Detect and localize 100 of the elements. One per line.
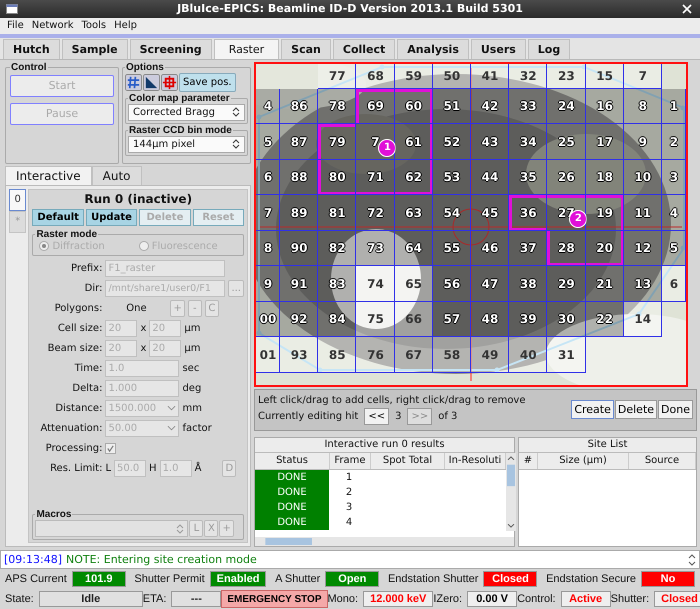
raster-cell[interactable]: 80 (318, 160, 356, 196)
raster-cell[interactable]: 63 (394, 195, 433, 231)
raster-cell[interactable]: 38 (509, 266, 548, 302)
close-icon[interactable] (682, 4, 692, 14)
raster-cell[interactable]: 13 (624, 266, 662, 302)
raster-cell[interactable]: 71 (356, 160, 395, 196)
raster-cell[interactable]: 57 (432, 302, 471, 338)
radio-button[interactable] (138, 241, 149, 252)
raster-cell[interactable]: 9 (256, 266, 280, 302)
tab[interactable]: Raster (214, 38, 280, 59)
raster-cell[interactable]: 90 (280, 230, 318, 266)
menu-item[interactable]: Help (110, 20, 141, 32)
horizontal-scrollbar[interactable] (255, 537, 514, 546)
raster-cell[interactable]: 48 (470, 302, 510, 338)
raster-cell[interactable]: 37 (509, 230, 548, 266)
menu-item[interactable]: Network (28, 20, 78, 32)
tab[interactable]: Analysis (397, 38, 469, 59)
raster-cell[interactable]: 67 (394, 337, 433, 373)
tab[interactable]: Scan (281, 38, 331, 59)
raster-cell[interactable]: 15 (586, 64, 624, 89)
raster-cell[interactable]: 64 (394, 230, 433, 266)
raster-cell[interactable]: 7 (256, 195, 280, 231)
raster-cell[interactable]: 56 (432, 266, 471, 302)
raster-cell[interactable]: 26 (547, 160, 586, 196)
tab[interactable]: Users (470, 38, 526, 59)
raster-cell[interactable]: 45 (470, 195, 510, 231)
raster-cell[interactable]: 53 (432, 160, 471, 196)
tab[interactable]: Sample (62, 38, 128, 59)
raster-cell[interactable]: 62 (394, 160, 433, 196)
run-tab[interactable]: 0 (9, 188, 26, 211)
raster-cell[interactable]: 41 (470, 64, 510, 89)
raster-cell[interactable]: 65 (394, 266, 433, 302)
raster-cell[interactable]: 7 (624, 64, 662, 89)
raster-cell[interactable]: 55 (432, 230, 471, 266)
raster-cell[interactable]: 21 (586, 266, 624, 302)
raster-cell[interactable]: 6 (256, 160, 280, 196)
save-position-button[interactable]: Save pos. (179, 72, 236, 92)
emergency-stop-button[interactable]: EMERGENCY STOP (221, 590, 328, 608)
raster-cell[interactable]: 43 (470, 124, 510, 160)
scroll-arrows-icon[interactable] (688, 552, 696, 567)
previous-button[interactable]: << (364, 408, 390, 425)
raster-cell[interactable]: 52 (432, 124, 471, 160)
raster-cell[interactable]: 7 1 (356, 124, 395, 160)
raster-cell[interactable]: 28 (547, 230, 586, 266)
menu-item[interactable]: File (3, 20, 28, 32)
tab[interactable]: Screening (130, 38, 212, 59)
raster-cell[interactable]: 59 (394, 64, 433, 89)
raster-cell[interactable]: 25 (547, 124, 586, 160)
raster-cell[interactable]: 93 (280, 337, 318, 373)
raster-cell[interactable]: 76 (356, 337, 395, 373)
tab[interactable]: Auto (92, 166, 142, 185)
raster-cell[interactable]: 24 (547, 88, 586, 124)
vertical-scrollbar[interactable] (506, 452, 516, 531)
raster-cell[interactable]: 75 (356, 302, 395, 338)
raster-cell[interactable]: 17 (586, 124, 624, 160)
raster-cell[interactable]: 12 (624, 230, 662, 266)
raster-cell[interactable]: 60 (394, 88, 433, 124)
raster-cell[interactable]: 36 (509, 195, 548, 231)
raster-cell[interactable]: 61 (394, 124, 433, 160)
raster-cell[interactable]: 19 (586, 195, 624, 231)
raster-cell[interactable]: 23 (547, 64, 586, 89)
run-button[interactable]: Default (32, 208, 84, 226)
raster-cell[interactable]: 91 (280, 266, 318, 302)
raster-cell[interactable]: 40 (509, 337, 548, 373)
raster-cell[interactable]: 50 (432, 64, 471, 89)
column-header[interactable]: Frame (330, 452, 371, 469)
raster-cell[interactable]: 29 (547, 266, 586, 302)
column-header[interactable]: Size (µm) (538, 452, 629, 469)
raster-cell[interactable]: 58 (432, 337, 471, 373)
edit-button[interactable]: Done (658, 400, 693, 420)
raster-cell[interactable]: 10 (624, 160, 662, 196)
raster-cell[interactable]: 92 (280, 302, 318, 338)
raster-cell[interactable]: 20 (586, 230, 624, 266)
raster-cell[interactable]: 44 (470, 160, 510, 196)
raster-cell[interactable]: 47 (470, 266, 510, 302)
run-button[interactable]: Update (86, 208, 138, 226)
tab[interactable]: Interactive (5, 166, 92, 185)
raster-cell[interactable]: 33 (509, 88, 548, 124)
raster-cell[interactable]: 77 (318, 64, 356, 89)
raster-cell[interactable]: 66 (394, 302, 433, 338)
raster-cell[interactable]: 87 (280, 124, 318, 160)
raster-cell[interactable]: 72 (356, 195, 395, 231)
raster-cell[interactable]: 34 (509, 124, 548, 160)
grid-icon[interactable] (125, 74, 142, 91)
column-header[interactable]: Status (255, 452, 330, 469)
menu-item[interactable]: Tools (78, 20, 110, 32)
target-icon[interactable] (161, 74, 178, 91)
column-header[interactable]: # (519, 452, 538, 469)
raster-cell[interactable]: 14 (624, 302, 662, 338)
raster-cell[interactable]: 78 (318, 88, 356, 124)
raster-cell[interactable]: 39 (509, 302, 548, 338)
color-map-dropdown[interactable]: Corrected Bragg (128, 104, 245, 121)
raster-cell[interactable]: 6 (662, 266, 686, 302)
raster-cell[interactable]: 46 (470, 230, 510, 266)
raster-cell[interactable]: 35 (509, 160, 548, 196)
raster-cell[interactable]: 51 (432, 88, 471, 124)
raster-cell[interactable]: 82 (318, 230, 356, 266)
column-header[interactable]: Spot Total (371, 452, 445, 469)
raster-cell[interactable]: 30 (547, 302, 586, 338)
raster-cell[interactable]: 31 (547, 337, 586, 373)
